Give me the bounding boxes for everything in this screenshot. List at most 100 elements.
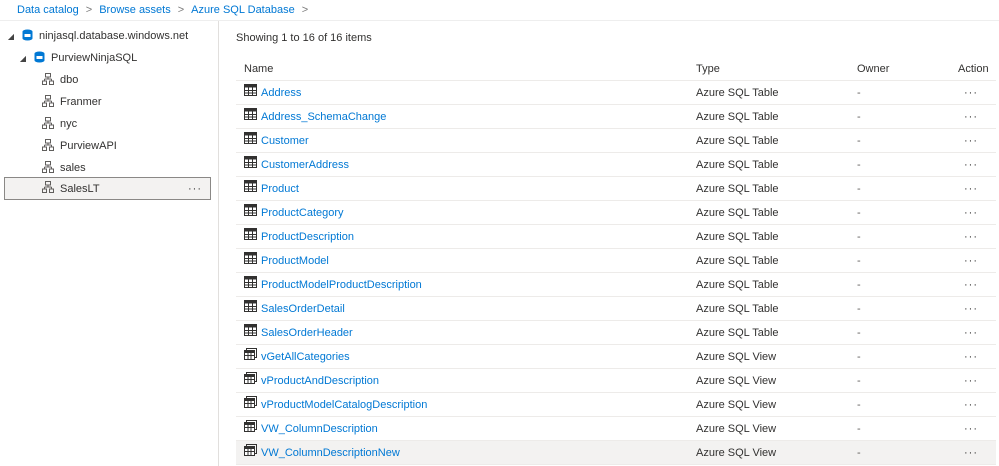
more-actions-icon[interactable]: ··· <box>961 321 981 345</box>
table-icon <box>244 225 257 249</box>
more-actions-icon[interactable]: ··· <box>961 129 981 153</box>
chevron-expanded-icon[interactable]: ◢ <box>6 32 16 41</box>
table-row[interactable]: vProductModelCatalogDescription Azure SQL… <box>236 393 996 417</box>
table-row[interactable]: Address_SchemaChange Azure SQL Table - ··· <box>236 105 996 129</box>
table-row[interactable]: Address Azure SQL Table - ··· <box>236 81 996 105</box>
chevron-expanded-icon[interactable]: ◢ <box>18 54 28 63</box>
asset-name-link[interactable]: Address_SchemaChange <box>261 105 386 129</box>
type-cell: Azure SQL Table <box>696 279 779 291</box>
owner-cell: - <box>857 351 861 363</box>
more-actions-icon[interactable]: ··· <box>961 105 981 129</box>
asset-name-link[interactable]: SalesOrderHeader <box>261 321 353 345</box>
asset-name-link[interactable]: Address <box>261 81 301 105</box>
table-row[interactable]: ProductCategory Azure SQL Table - ··· <box>236 201 996 225</box>
assets-table: Name Type Owner Action Address Azure SQL … <box>236 57 996 465</box>
asset-name-link[interactable]: SalesOrderDetail <box>261 297 345 321</box>
table-icon <box>244 129 257 153</box>
asset-name-link[interactable]: ProductDescription <box>261 225 354 249</box>
breadcrumb-browse-assets[interactable]: Browse assets <box>99 4 171 16</box>
table-row[interactable]: VW_ColumnDescriptionNew Azure SQL View - ··… <box>236 441 996 465</box>
tree-item-label: PurviewAPI <box>60 140 117 152</box>
more-options-icon[interactable]: ··· <box>188 183 202 195</box>
column-header-owner[interactable]: Owner <box>857 57 889 81</box>
type-cell: Azure SQL View <box>696 399 777 411</box>
asset-name-link[interactable]: vProductModelCatalogDescription <box>261 393 427 417</box>
more-actions-icon[interactable]: ··· <box>961 201 981 225</box>
table-row[interactable]: SalesOrderDetail Azure SQL Table - ··· <box>236 297 996 321</box>
tree-item-schema-saleslt[interactable]: SalesLT ··· <box>4 177 211 200</box>
more-actions-icon[interactable]: ··· <box>961 417 981 441</box>
name-cell: vProductModelCatalogDescription <box>244 393 427 417</box>
table-row[interactable]: Customer Azure SQL Table - ··· <box>236 129 996 153</box>
more-actions-icon[interactable]: ··· <box>961 249 981 273</box>
tree-item-schema-sales[interactable]: sales <box>42 157 212 179</box>
table-row[interactable]: vProductAndDescription Azure SQL View - ··· <box>236 369 996 393</box>
asset-name-link[interactable]: Customer <box>261 129 309 153</box>
column-header-type[interactable]: Type <box>696 57 720 81</box>
more-actions-icon[interactable]: ··· <box>961 393 981 417</box>
asset-name-link[interactable]: ProductCategory <box>261 201 344 225</box>
more-actions-icon[interactable]: ··· <box>961 177 981 201</box>
asset-name-link[interactable]: ProductModelProductDescription <box>261 273 422 297</box>
tree-item-label: SalesLT <box>60 182 100 195</box>
schema-icon <box>42 160 54 176</box>
more-actions-icon[interactable]: ··· <box>961 153 981 177</box>
tree-item-schema-purviewapi[interactable]: PurviewAPI <box>42 135 212 157</box>
owner-cell: - <box>857 183 861 195</box>
table-row[interactable]: SalesOrderHeader Azure SQL Table - ··· <box>236 321 996 345</box>
owner-cell: - <box>857 447 861 459</box>
table-row[interactable]: VW_ColumnDescription Azure SQL View - ··· <box>236 417 996 441</box>
table-row[interactable]: ProductModel Azure SQL Table - ··· <box>236 249 996 273</box>
name-cell: CustomerAddress <box>244 153 349 177</box>
type-cell: Azure SQL View <box>696 423 777 435</box>
asset-name-link[interactable]: vGetAllCategories <box>261 345 350 369</box>
breadcrumb-data-catalog[interactable]: Data catalog <box>17 4 79 16</box>
table-header: Name Type Owner Action <box>236 57 996 81</box>
tree-item-schema-nyc[interactable]: nyc <box>42 113 212 135</box>
schema-icon <box>42 116 54 132</box>
owner-cell: - <box>857 423 861 435</box>
asset-name-link[interactable]: ProductModel <box>261 249 329 273</box>
tree-item-label: sales <box>60 162 86 174</box>
table-icon <box>244 201 257 225</box>
name-cell: SalesOrderHeader <box>244 321 353 345</box>
view-icon <box>244 345 257 369</box>
table-row[interactable]: ProductModelProductDescription Azure SQL … <box>236 273 996 297</box>
more-actions-icon[interactable]: ··· <box>961 225 981 249</box>
table-icon <box>244 105 257 129</box>
breadcrumb-azure-sql-database[interactable]: Azure SQL Database <box>191 4 295 16</box>
tree-item-schema-dbo[interactable]: dbo <box>42 69 212 91</box>
asset-name-link[interactable]: CustomerAddress <box>261 153 349 177</box>
table-row[interactable]: ProductDescription Azure SQL Table - ··· <box>236 225 996 249</box>
more-actions-icon[interactable]: ··· <box>961 441 981 465</box>
more-actions-icon[interactable]: ··· <box>961 297 981 321</box>
name-cell: vGetAllCategories <box>244 345 350 369</box>
breadcrumb: Data catalog > Browse assets > Azure SQL… <box>0 0 999 21</box>
asset-name-link[interactable]: VW_ColumnDescriptionNew <box>261 441 400 465</box>
owner-cell: - <box>857 135 861 147</box>
owner-cell: - <box>857 375 861 387</box>
tree-item-server[interactable]: ◢ ninjasql.database.windows.net <box>6 25 216 47</box>
column-header-action: Action <box>958 63 989 75</box>
tree-item-database[interactable]: ◢ PurviewNinjaSQL <box>18 47 216 69</box>
asset-name-link[interactable]: VW_ColumnDescription <box>261 417 378 441</box>
more-actions-icon[interactable]: ··· <box>961 369 981 393</box>
more-actions-icon[interactable]: ··· <box>961 273 981 297</box>
table-row[interactable]: Product Azure SQL Table - ··· <box>236 177 996 201</box>
type-cell: Azure SQL Table <box>696 183 779 195</box>
more-actions-icon[interactable]: ··· <box>961 81 981 105</box>
tree-item-schema-franmer[interactable]: Franmer <box>42 91 212 113</box>
table-row[interactable]: vGetAllCategories Azure SQL View - ··· <box>236 345 996 369</box>
view-icon <box>244 393 257 417</box>
asset-name-link[interactable]: vProductAndDescription <box>261 369 379 393</box>
asset-name-link[interactable]: Product <box>261 177 299 201</box>
table-row[interactable]: CustomerAddress Azure SQL Table - ··· <box>236 153 996 177</box>
tree-item-label: dbo <box>60 74 79 86</box>
owner-cell: - <box>857 111 861 123</box>
column-header-name[interactable]: Name <box>244 57 273 81</box>
view-icon <box>244 417 257 441</box>
name-cell: ProductModelProductDescription <box>244 273 422 297</box>
name-cell: ProductCategory <box>244 201 344 225</box>
owner-cell: - <box>857 231 861 243</box>
more-actions-icon[interactable]: ··· <box>961 345 981 369</box>
